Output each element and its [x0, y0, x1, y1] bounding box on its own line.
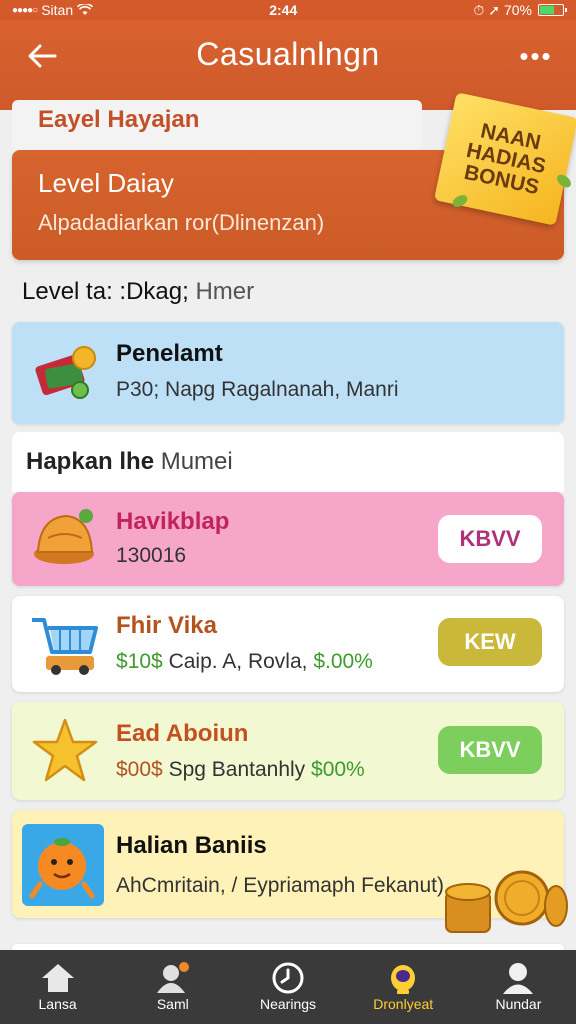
status-time: 2:44 [269, 2, 298, 18]
nav-label: Nundar [495, 996, 542, 1012]
more-options-button[interactable]: ••• [518, 38, 554, 74]
nav-item-nundar[interactable]: Nundar [461, 950, 576, 1024]
section-header-hapkan: Hapkan lhe Mumei [12, 432, 564, 492]
status-left: ●●●●○ Sitan [12, 2, 94, 18]
item-desc: Caip. A, Rovla, [168, 650, 308, 673]
item-subtitle: P30; Napg Ragalnanah, Manri [116, 378, 399, 401]
status-bar: ●●●●○ Sitan 2:44 ⏱ ➚ 70% [0, 0, 576, 20]
item-title: Ead Aboiun [116, 720, 249, 747]
list-item-havikblap[interactable]: Havikblap 130016 KBVV [12, 492, 564, 586]
bell-icon [30, 504, 100, 575]
list-item-ead-aboiun[interactable]: Ead Aboiun $00$ Spg Bantanhly $00% KBVV [12, 702, 564, 800]
nav-label: Lansa [38, 996, 77, 1012]
item-price: $10$ [116, 650, 163, 673]
item-action-button[interactable]: KBVV [438, 515, 542, 563]
item-subtitle: $10$ Caip. A, Rovla, $.00% [116, 650, 373, 674]
nav-item-nearings[interactable]: Nearings [230, 950, 345, 1024]
level-card-subtitle: Alpadadiarkan ror(Dlinenzan) [38, 210, 325, 235]
item-title: Penelamt [116, 340, 223, 367]
item-desc: Spg Bantanhly [168, 758, 306, 781]
section-label-rest: ta: :Dkag; [86, 278, 189, 305]
nav-label: Dronlyeat [373, 996, 434, 1012]
status-right: ⏱ ➚ 70% [473, 1, 567, 19]
location-icon: ➚ [488, 1, 500, 18]
list-item-fhir-vika[interactable]: Fhir Vika $10$ Caip. A, Rovla, $.00% KEW [12, 596, 564, 692]
section-label-2: Hapkan lhe Mumei [26, 448, 233, 476]
item-title: Havikblap [116, 508, 230, 535]
orange-character-icon [22, 824, 104, 911]
tab-card-label: Eayel Hayajan [38, 106, 200, 133]
battery-level [540, 6, 554, 14]
nav-item-saml[interactable]: Saml [115, 950, 230, 1024]
item-percent: $00% [311, 758, 365, 781]
item-action-button[interactable]: KBVV [438, 726, 542, 774]
item-action-button[interactable]: KEW [438, 618, 542, 666]
tab-card[interactable]: Eayel Hayajan [12, 100, 422, 150]
wifi-icon [77, 4, 94, 15]
nav-label: Saml [156, 996, 189, 1012]
user-notification-icon [153, 960, 193, 996]
battery-percent: 70% [503, 2, 532, 18]
item-subtitle: $00$ Spg Bantanhly $00% [116, 758, 365, 782]
item-title: Halian Baniis [116, 832, 267, 859]
wallet-coin-icon [32, 340, 102, 409]
section2-main: Hapkan lhe [26, 448, 155, 475]
coins-icon [442, 866, 568, 941]
section-label-main: Level [22, 278, 80, 305]
trophy-icon [383, 960, 423, 996]
signal-strength-icon: ●●●●○ [12, 4, 38, 16]
nav-item-dronlyeat[interactable]: Dronlyeat [346, 950, 461, 1024]
carrier-name: Sitan [41, 2, 74, 18]
nav-label: Nearings [259, 996, 317, 1012]
bottom-navigation: Lansa Saml Nearings Dronlyeat Nundar [0, 950, 576, 1024]
app-header: Casualnlngn ••• [0, 20, 576, 110]
star-icon [32, 718, 98, 789]
battery-icon [538, 4, 567, 16]
item-price: $00$ [116, 758, 163, 781]
item-percent: $.00% [313, 650, 373, 673]
list-item-penelamt[interactable]: Penelamt P30; Napg Ragalnanah, Manri [12, 322, 564, 424]
profile-icon [498, 960, 538, 996]
clock-icon [268, 960, 308, 996]
section-label-level: Level ta: :Dkag; Hmer [22, 278, 254, 306]
nav-item-home[interactable]: Lansa [0, 950, 115, 1024]
alarm-icon: ⏱ [473, 1, 485, 18]
more-dots-icon: ••• [519, 40, 553, 71]
item-subtitle: AhCmritain, / Eypriamaph Fekanut) [116, 874, 444, 897]
shopping-cart-icon [30, 612, 102, 681]
item-subtitle: 130016 [116, 544, 187, 567]
home-icon [38, 960, 78, 996]
section-label-muted: Hmer [195, 278, 255, 305]
item-title: Fhir Vika [116, 612, 217, 639]
page-title: Casualnlngn [196, 36, 380, 72]
section2-muted: Mumei [160, 448, 233, 475]
level-card-title: Level Daiay [38, 168, 174, 198]
